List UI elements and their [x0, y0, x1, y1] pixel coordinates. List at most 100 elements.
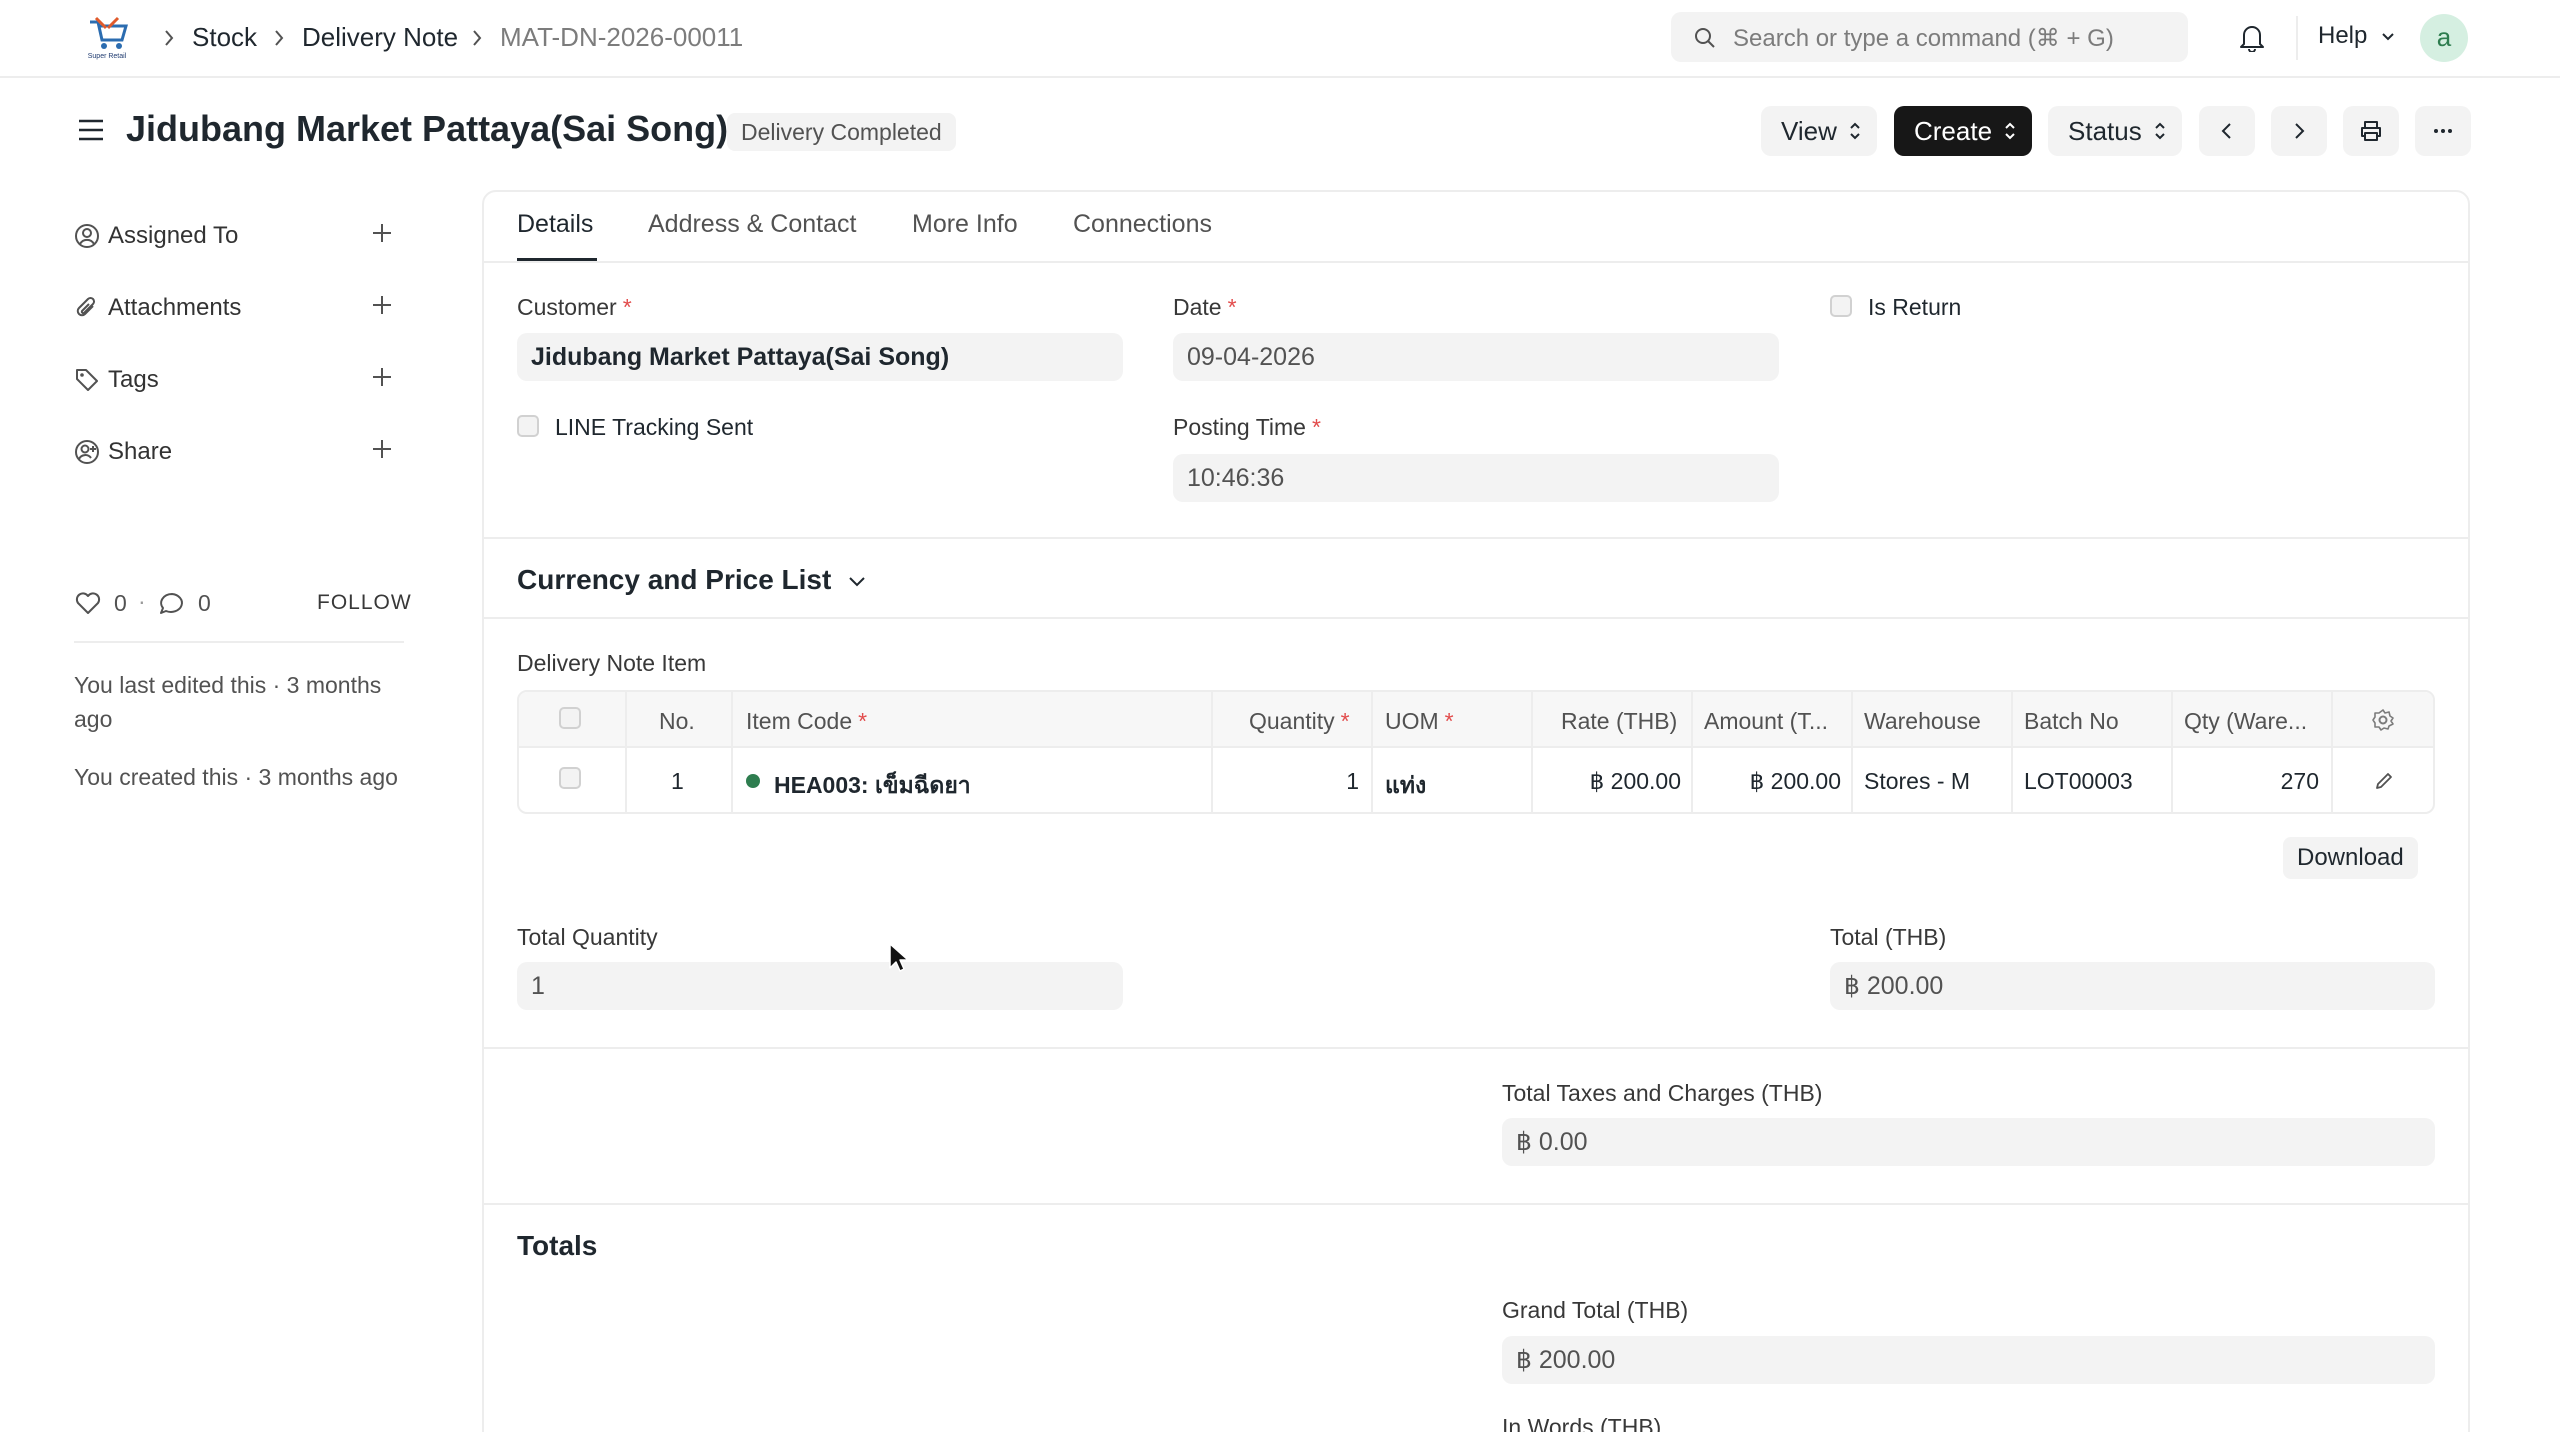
help-label: Help — [2318, 22, 2368, 49]
sidebar-toggle-icon[interactable] — [76, 116, 106, 144]
svg-text:Super Retail: Super Retail — [88, 53, 127, 60]
tab-connections[interactable]: Connections — [1073, 210, 1212, 239]
view-button[interactable]: View — [1761, 106, 1877, 156]
chevron-down-icon — [2382, 32, 2394, 41]
help-menu[interactable]: Help — [2318, 22, 2396, 50]
column-divider — [2171, 692, 2173, 812]
add-assignee-icon[interactable] — [370, 221, 394, 245]
column-header-warehouse[interactable]: Warehouse — [1864, 708, 1981, 735]
total-quantity-field: 1 — [517, 962, 1123, 1010]
row-checkbox[interactable] — [559, 767, 581, 789]
column-divider — [1851, 692, 1853, 812]
customer-label: Customer * — [517, 294, 632, 320]
created-text: You created this · 3 months ago — [74, 764, 398, 790]
grand-total-label: Grand Total (THB) — [1502, 1297, 1689, 1323]
share-icon — [75, 440, 99, 464]
is-return-checkbox[interactable] — [1830, 295, 1852, 317]
navbar-divider — [2296, 16, 2298, 60]
next-button[interactable] — [2271, 106, 2327, 156]
column-header-quantity[interactable]: Quantity * — [1249, 708, 1350, 735]
total-label: Total (THB) — [1830, 924, 1947, 950]
column-header-item-code[interactable]: Item Code * — [746, 708, 867, 735]
column-divider — [1691, 692, 1693, 812]
printer-icon — [2361, 121, 2381, 141]
column-divider — [731, 692, 733, 812]
add-tag-icon[interactable] — [370, 365, 394, 389]
status-dot — [746, 774, 760, 788]
row-qty-warehouse[interactable]: 270 — [2179, 768, 2319, 795]
chevron-right-icon — [2295, 123, 2305, 139]
bell-icon[interactable] — [2238, 22, 2266, 52]
line-tracking-checkbox[interactable] — [517, 415, 539, 437]
column-header-no: No. — [659, 708, 695, 734]
line-tracking-label: LINE Tracking Sent — [555, 414, 754, 440]
previous-button[interactable] — [2199, 106, 2255, 156]
row-amount[interactable]: ฿ 200.00 — [1699, 768, 1841, 795]
chevron-down-icon[interactable] — [845, 572, 869, 592]
sidebar-stats: 0 · 0 FOLLOW — [74, 588, 411, 618]
breadcrumb-stock[interactable]: Stock — [192, 22, 257, 53]
stat-separator: · — [138, 588, 146, 614]
status-button[interactable]: Status — [2048, 106, 2182, 156]
add-attachment-icon[interactable] — [370, 293, 394, 317]
create-button[interactable]: Create — [1894, 106, 2032, 156]
tab-more-info[interactable]: More Info — [912, 210, 1018, 239]
sidebar-item-label: Attachments — [108, 294, 242, 321]
more-actions-button[interactable] — [2415, 106, 2471, 156]
gear-icon[interactable] — [2371, 708, 2395, 732]
breadcrumb-document-name[interactable]: MAT-DN-2026-00011 — [500, 22, 743, 53]
section-divider — [484, 537, 2468, 539]
sidebar-item-label: Share — [108, 438, 173, 465]
row-quantity[interactable]: 1 — [1219, 768, 1359, 795]
create-label: Create — [1914, 116, 1993, 146]
chevron-right-icon — [473, 30, 482, 46]
search-bar[interactable]: Search or type a command (⌘ + G) — [1671, 12, 2188, 62]
row-rate[interactable]: ฿ 200.00 — [1539, 768, 1681, 795]
column-divider — [1371, 692, 1373, 812]
column-header-qty-warehouse[interactable]: Qty (Ware... — [2184, 708, 2324, 735]
download-button[interactable]: Download — [2283, 837, 2418, 879]
search-placeholder: Search or type a command (⌘ + G) — [1733, 25, 2114, 52]
edit-icon[interactable] — [2373, 770, 2395, 792]
ellipsis-icon — [2434, 129, 2452, 133]
select-all-checkbox[interactable] — [559, 707, 581, 729]
search-icon — [1695, 28, 1715, 48]
taxes-label: Total Taxes and Charges (THB) — [1502, 1080, 1823, 1106]
add-share-icon[interactable] — [370, 437, 394, 461]
currency-section-title[interactable]: Currency and Price List — [517, 564, 831, 596]
tabs-divider — [484, 261, 2468, 263]
customer-field[interactable]: Jidubang Market Pattaya(Sai Song) — [517, 333, 1123, 381]
avatar[interactable]: a — [2420, 14, 2468, 62]
print-button[interactable] — [2343, 106, 2399, 156]
chevron-left-icon — [2221, 123, 2231, 139]
column-header-rate[interactable]: Rate (THB) — [1561, 708, 1677, 735]
section-divider — [484, 1203, 2468, 1205]
comment-icon[interactable] — [158, 591, 186, 617]
heart-icon[interactable] — [74, 590, 102, 616]
sidebar-item-label: Assigned To — [108, 222, 239, 249]
top-navbar: Super Retail Stock Delivery Note MAT-DN-… — [0, 0, 2560, 78]
posting-time-field[interactable]: 10:46:36 — [1173, 454, 1779, 502]
assign-icon — [75, 224, 99, 248]
tab-address-contact[interactable]: Address & Contact — [648, 210, 856, 239]
last-edited-text: You last edited this · 3 months ago — [74, 672, 382, 732]
row-batch-no[interactable]: LOT00003 — [2024, 768, 2133, 795]
up-down-icon — [2005, 122, 2015, 140]
column-header-amount[interactable]: Amount (T... — [1704, 708, 1844, 735]
tag-icon — [76, 369, 98, 391]
row-warehouse[interactable]: Stores - M — [1864, 768, 1970, 795]
column-header-batch-no[interactable]: Batch No — [2024, 708, 2119, 735]
row-uom[interactable]: แท่ง — [1385, 768, 1426, 804]
sidebar-divider — [74, 641, 404, 643]
date-field[interactable]: 09-04-2026 — [1173, 333, 1779, 381]
column-divider — [2011, 692, 2013, 812]
breadcrumb-delivery-note[interactable]: Delivery Note — [302, 22, 458, 53]
app-logo[interactable]: Super Retail — [84, 14, 130, 60]
column-divider — [1531, 692, 1533, 812]
tab-details[interactable]: Details — [517, 210, 593, 239]
row-item-code[interactable]: HEA003: เข็มฉีดยา — [774, 768, 971, 804]
chevron-right-icon — [275, 30, 284, 46]
column-header-uom[interactable]: UOM * — [1385, 708, 1454, 735]
comment-count: 0 — [198, 590, 211, 616]
follow-button[interactable]: FOLLOW — [317, 591, 412, 615]
